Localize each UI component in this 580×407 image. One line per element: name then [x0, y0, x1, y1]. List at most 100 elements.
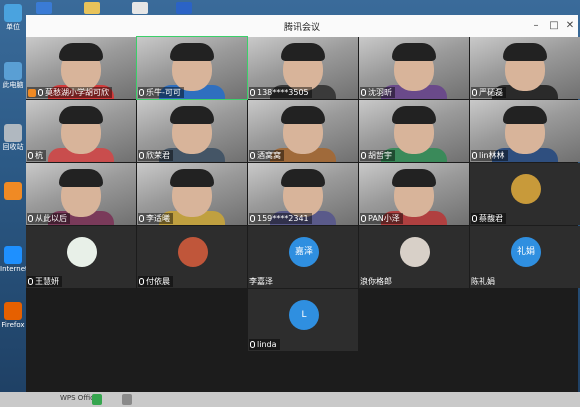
desktop-icon-label: Internet Explorer — [0, 265, 26, 273]
desktop-icon[interactable]: 单位 — [0, 2, 26, 31]
close-icon[interactable]: ✕ — [562, 18, 578, 34]
participant-tile[interactable]: 胡哲宇 — [359, 100, 469, 162]
participant-name-tag: 李嘉泽 — [249, 276, 273, 287]
participant-name: linda — [257, 340, 277, 349]
participant-name: 欣荣君 — [146, 151, 170, 160]
app-icon — [4, 124, 22, 142]
participant-tile[interactable]: 159****2341 — [248, 163, 358, 225]
participant-hair — [170, 106, 214, 124]
participant-name: 付依晨 — [146, 277, 170, 286]
microphone-icon — [139, 278, 144, 285]
folder-icon[interactable] — [36, 2, 52, 14]
avatar: 嘉泽 — [289, 237, 319, 267]
participant-name: 陈礼娟 — [471, 277, 495, 286]
participant-tile[interactable]: 杭 — [26, 100, 136, 162]
participant-tile[interactable]: 酒窝窝 — [248, 100, 358, 162]
participant-name: 159****2341 — [257, 214, 309, 223]
participant-name-tag: 付依晨 — [138, 276, 173, 287]
desktop-icon[interactable] — [0, 180, 26, 201]
desktop-icon[interactable]: 回收站 — [0, 122, 26, 151]
participant-tile[interactable]: 王慧妍 — [26, 226, 136, 288]
participant-tile[interactable]: 沈羽昕 — [359, 37, 469, 99]
participant-name-tag: 欣荣君 — [138, 150, 173, 161]
participant-name-tag: 浪你格郎 — [360, 276, 392, 287]
desktop-icon-label: 此电脑 — [2, 81, 24, 89]
participant-tile[interactable]: 李适曦 — [137, 163, 247, 225]
microphone-icon — [250, 89, 255, 96]
participant-tile[interactable]: 蔡馥君 — [470, 163, 580, 225]
desktop-icon-label: 回收站 — [2, 143, 24, 151]
title-bar[interactable]: 腾讯会议 – □ ✕ — [26, 15, 578, 38]
participant-tile[interactable]: Llinda — [248, 289, 358, 351]
participant-name-tag: 从此以后 — [27, 213, 70, 224]
microphone-icon — [28, 215, 33, 222]
app-icon — [4, 246, 22, 264]
microphone-icon — [250, 341, 255, 348]
participant-tile[interactable]: 礼娟陈礼娟 — [470, 226, 580, 288]
participant-tile[interactable]: 莫愁湖小学胡可欣 — [26, 37, 136, 99]
maximize-icon[interactable]: □ — [546, 18, 562, 34]
desktop-icon[interactable]: Firefox — [0, 300, 26, 329]
participant-hair — [281, 169, 325, 187]
participant-name: 沈羽昕 — [368, 88, 392, 97]
minimize-icon[interactable]: – — [528, 18, 544, 34]
participant-name-tag: PAN小泽 — [360, 213, 403, 224]
participant-name-tag: 杭 — [27, 150, 46, 161]
participant-name: 王慧妍 — [35, 277, 59, 286]
participant-tile[interactable]: 从此以后 — [26, 163, 136, 225]
participant-tile[interactable]: 付依晨 — [137, 226, 247, 288]
microphone-icon — [472, 89, 477, 96]
participant-name: 浪你格郎 — [360, 277, 392, 286]
participant-tile[interactable]: 138****3505 — [248, 37, 358, 99]
desktop-icon[interactable]: Internet Explorer — [0, 244, 26, 273]
participant-name-tag: 酒窝窝 — [249, 150, 284, 161]
desktop-icon-label: Firefox — [1, 321, 25, 329]
participant-name-tag: 胡哲宇 — [360, 150, 395, 161]
microphone-icon — [28, 278, 33, 285]
avatar: 礼娟 — [511, 237, 541, 267]
host-icon — [28, 88, 36, 97]
participant-tile[interactable]: 欣荣君 — [137, 100, 247, 162]
microphone-icon — [28, 152, 33, 159]
taskbar-icon[interactable] — [122, 394, 132, 405]
participant-tile[interactable]: lin林林 — [470, 100, 580, 162]
participant-name: 从此以后 — [35, 214, 67, 223]
avatar — [400, 237, 430, 267]
microphone-icon — [472, 215, 477, 222]
microphone-icon — [139, 152, 144, 159]
participant-name-tag: 严砳磊 — [471, 87, 506, 98]
participant-name-tag: 李适曦 — [138, 213, 173, 224]
avatar — [511, 174, 541, 204]
microphone-icon — [139, 89, 144, 96]
word-document-icon[interactable] — [176, 2, 192, 14]
participant-name: 酒窝窝 — [257, 151, 281, 160]
participant-tile[interactable]: 乐牛-可可 — [136, 36, 248, 100]
participant-name: 莫愁湖小学胡可欣 — [45, 88, 109, 97]
video-grid: 莫愁湖小学胡可欣 乐牛-可可 138****3505 沈羽昕 严砳磊杭 欣荣君 酒窝窝 胡哲宇… — [26, 36, 580, 392]
window-title: 腾讯会议 — [283, 23, 320, 33]
participant-tile[interactable]: 浪你格郎 — [359, 226, 469, 288]
participant-name: PAN小泽 — [368, 214, 400, 223]
participant-name-tag: 莫愁湖小学胡可欣 — [27, 87, 112, 98]
participant-name-tag: 王慧妍 — [27, 276, 62, 287]
taskbar-icon[interactable] — [92, 394, 102, 405]
participant-hair — [503, 106, 547, 124]
microphone-icon — [361, 152, 366, 159]
participant-name: 李嘉泽 — [249, 277, 273, 286]
participant-hair — [281, 43, 325, 61]
avatar: L — [289, 300, 319, 330]
participant-name: 胡哲宇 — [368, 151, 392, 160]
participant-name-tag: 乐牛-可可 — [138, 87, 184, 98]
folder-icon[interactable] — [84, 2, 100, 14]
participant-tile[interactable]: 嘉泽李嘉泽 — [248, 226, 358, 288]
document-icon[interactable] — [132, 2, 148, 14]
participant-name-tag: linda — [249, 339, 280, 350]
participant-tile[interactable]: 严砳磊 — [470, 37, 580, 99]
participant-name-tag: 陈礼娟 — [471, 276, 495, 287]
participant-name: 蔡馥君 — [479, 214, 503, 223]
participant-hair — [392, 106, 436, 124]
participant-hair — [59, 106, 103, 124]
desktop-icon[interactable]: 此电脑 — [0, 60, 26, 89]
participant-hair — [392, 169, 436, 187]
participant-tile[interactable]: PAN小泽 — [359, 163, 469, 225]
